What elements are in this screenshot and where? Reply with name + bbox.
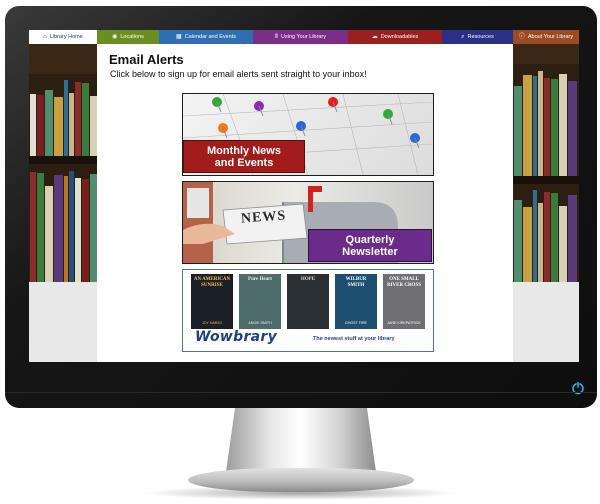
book-spine [69,171,74,282]
book-spine [533,76,537,176]
nav-item-downloadables[interactable]: ☁ Downloadables [348,30,442,44]
quarterly-newsletter-banner[interactable]: NEWS Quarterly Newsletter [182,181,434,264]
wowbrary-book-covers: AN AMERICAN SUNRISE JOY HARJO Pure Heart AN… [191,274,425,329]
quarterly-newsletter-line1: Quarterly [345,234,395,246]
book-cover: HOPE [287,274,329,329]
book-cover: Pure Heart ANGIE SMITH [239,274,281,329]
quarterly-newsletter-label: Quarterly Newsletter [308,229,432,262]
book-spine [568,195,577,282]
bezel-chin-line [5,392,597,393]
book-cover-author: JANE KIRKPATRICK [387,321,421,325]
nav-item-locations[interactable]: ◉ Locations [97,30,159,44]
book-spine [69,93,74,156]
book-cover: ONE SMALL RIVER CROSS JANE KIRKPATRICK [383,274,425,329]
book-spine [54,175,63,282]
book-spine [538,71,543,176]
wowbrary-logo: Wowbrary [195,329,278,345]
nav-item-about-your-library[interactable]: ⓘ About Your Library [513,30,579,44]
book-spine [30,94,36,156]
nav-item-label: Downloadables [380,34,419,40]
book-spine [523,207,532,282]
book-spine [514,86,522,176]
book-spine [37,173,44,282]
nav-item-calendar-and-events[interactable]: ▦ Calendar and Events [159,30,253,44]
book-spine [514,200,522,282]
nav-item-label: About Your Library [527,34,574,40]
quarterly-newsletter-line2: Newsletter [342,246,398,258]
book-cover-author: JOY HARJO [201,321,223,325]
book-spine [90,174,97,282]
wowbrary-banner[interactable]: AN AMERICAN SUNRISE JOY HARJO Pure Heart AN… [182,269,434,352]
book-cover-title: AN AMERICAN SUNRISE [193,277,231,288]
search-icon: ⌕ [461,34,465,40]
book-spine [45,90,53,156]
book-spine [64,176,68,282]
book-cover: WILBUR SMITH GHOST FIRE [335,274,377,329]
book-spine [523,75,532,176]
download-icon: ☁ [371,34,378,40]
home-icon: ⌂ [43,34,47,40]
book-cover: AN AMERICAN SUNRISE JOY HARJO [191,274,233,329]
book-spine [90,96,97,156]
nav-item-label: Using Your Library [281,34,326,40]
map-pin-icon: ◉ [112,34,118,40]
page-title: Email Alerts [109,52,184,67]
newspaper-sign: NEWS [240,208,287,227]
monthly-news-events-banner[interactable]: Monthly News and Events [182,93,434,176]
book-spine [82,83,89,156]
main-nav: ⌂ Library Home ◉ Locations ▦ Calendar and Eve… [29,30,579,44]
right-bookshelf-image [513,44,579,282]
book-cover-title: Pure Heart [248,277,272,282]
calendar-icon: ▦ [175,34,182,40]
book-spine [75,82,81,156]
monitor-stand-neck [226,408,376,472]
book-spine [538,203,543,282]
book-spine [64,80,68,156]
info-icon: ⓘ [518,34,525,40]
nav-item-label: Library Home [49,34,83,40]
left-bookshelf-image [29,44,97,282]
books-icon: Ⅱ [275,34,278,40]
book-spine [82,179,89,282]
monitor-stand-base [188,468,414,492]
book-spine [533,190,537,282]
nav-item-library-home[interactable]: ⌂ Library Home [29,30,97,44]
right-wall [513,282,579,362]
screen: ⌂ Library Home ◉ Locations ▦ Calendar and Eve… [29,30,579,362]
book-spine [54,97,63,156]
book-spine [544,78,550,176]
wowbrary-tagline: The newest stuff at your library [313,336,395,342]
book-spine [30,172,36,282]
book-spine [559,206,567,282]
monthly-news-line2: and Events [214,157,274,169]
monthly-news-label: Monthly News and Events [183,140,305,173]
nav-item-using-your-library[interactable]: Ⅱ Using Your Library [253,30,348,44]
book-cover-title: HOPE [300,277,316,282]
book-cover-title: ONE SMALL RIVER CROSS [386,277,422,288]
nav-item-label: Calendar and Events [184,34,237,40]
book-spine [559,74,567,176]
page-subtitle: Click below to sign up for email alerts … [110,69,367,79]
nav-item-label: Locations [120,34,144,40]
book-spine [45,186,53,282]
book-spine [75,178,81,282]
book-cover-title: WILBUR SMITH [345,277,367,288]
book-cover-author: ANGIE SMITH [248,321,272,325]
book-spine [544,192,550,282]
book-spine [551,193,558,282]
book-cover-author: GHOST FIRE [345,321,367,325]
nav-item-label: Resources [467,34,494,40]
book-spine [568,81,577,176]
book-spine [551,79,558,176]
monthly-news-line1: Monthly News [207,145,281,157]
book-spine [37,95,44,156]
nav-item-resources[interactable]: ⌕ Resources [442,30,513,44]
left-wall [29,282,97,362]
